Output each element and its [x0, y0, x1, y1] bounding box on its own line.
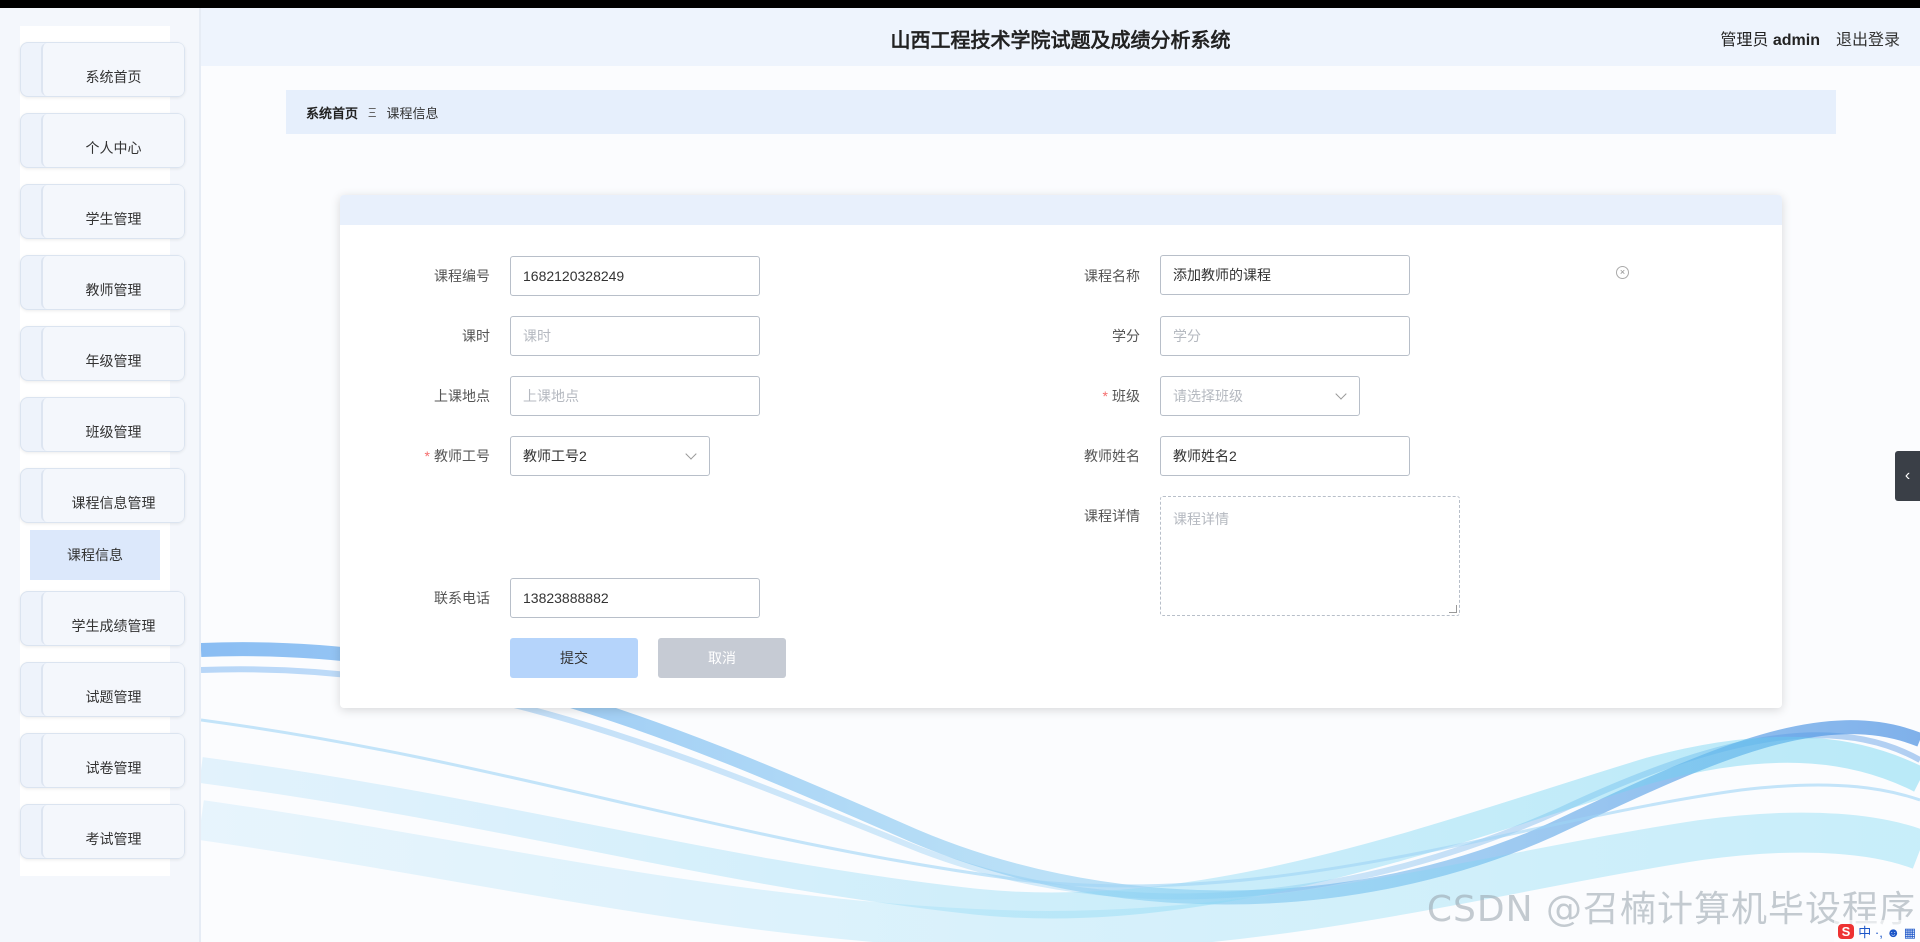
phone-field[interactable] [510, 578, 760, 618]
breadcrumb-home[interactable]: 系统首页 [306, 103, 358, 122]
page-title: 山西工程技术学院试题及成绩分析系统 [890, 30, 1231, 52]
teacher-name-label: 教师姓名 [1084, 448, 1140, 464]
course-name-field[interactable] [1160, 255, 1410, 295]
hours-field[interactable] [510, 316, 760, 356]
credit-input[interactable] [1173, 328, 1397, 344]
teacher-no-label: * 教师工号 [424, 448, 490, 464]
course-no-input[interactable] [523, 268, 747, 284]
hours-input[interactable] [523, 328, 747, 344]
teacher-name-input[interactable] [1173, 448, 1397, 464]
submit-button[interactable]: 提交 [510, 638, 638, 678]
sidebar-item-personal-center[interactable]: 个人中心 [20, 113, 185, 168]
clear-icon[interactable]: × [1616, 266, 1629, 279]
breadcrumb: 系统首页 Ξ 课程信息 [286, 90, 1836, 134]
phone-label: 联系电话 [434, 590, 490, 606]
sidebar: 系统首页 个人中心 学生管理 教师管理 年级管理 班级管理 课程信息管理 课程信… [0, 8, 201, 942]
ime-logo-icon: S [1837, 923, 1855, 939]
location-field[interactable] [510, 376, 760, 416]
required-mark: * [1102, 388, 1108, 404]
class-label: * 班级 [1102, 388, 1140, 404]
phone-input[interactable] [523, 590, 747, 606]
course-no-field[interactable] [510, 256, 760, 296]
location-label: 上课地点 [434, 388, 490, 404]
teacher-name-field[interactable] [1160, 436, 1410, 476]
course-name-input[interactable] [1173, 267, 1397, 283]
resize-handle-icon[interactable] [1449, 605, 1457, 613]
sidebar-item-exams[interactable]: 考试管理 [20, 804, 185, 859]
user-role: 管理员 [1720, 32, 1769, 49]
class-select-placeholder: 请选择班级 [1173, 388, 1243, 404]
required-mark: * [424, 448, 430, 464]
card-header [340, 195, 1782, 225]
chevron-left-icon: ‹ [1904, 467, 1911, 484]
course-name-label: 课程名称 [1084, 268, 1140, 284]
collapse-panel-button[interactable]: ‹ [1895, 451, 1920, 501]
current-user: 管理员 admin [1720, 26, 1820, 50]
logout-link[interactable]: 退出登录 [1836, 26, 1900, 50]
sidebar-item-classes[interactable]: 班级管理 [20, 397, 185, 452]
detail-textarea[interactable]: 课程详情 [1160, 496, 1460, 616]
course-form-card: 课程编号 课程名称 × 课时 学分 上课地点 *班级 请选择班级 *教师工号 教… [340, 195, 1782, 708]
cancel-button[interactable]: 取消 [658, 638, 786, 678]
sidebar-item-score-management[interactable]: 学生成绩管理 [20, 591, 185, 646]
chevron-down-icon [1335, 388, 1347, 400]
header: 山西工程技术学院试题及成绩分析系统 管理员 admin 退出登录 [201, 8, 1920, 66]
sidebar-item-course-management[interactable]: 课程信息管理 [20, 468, 185, 523]
ime-toolbar[interactable]: S 中 ·, ☻ ▦ [1833, 920, 1920, 942]
location-input[interactable] [523, 388, 747, 404]
sidebar-item-teachers[interactable]: 教师管理 [20, 255, 185, 310]
credit-field[interactable] [1160, 316, 1410, 356]
user-name: admin [1772, 32, 1820, 49]
class-select[interactable]: 请选择班级 [1160, 376, 1360, 416]
breadcrumb-current: 课程信息 [386, 105, 439, 121]
screen-top-bar [0, 0, 1920, 8]
teacher-no-value: 教师工号2 [523, 448, 587, 464]
ime-status: 中 ·, ☻ ▦ [1858, 924, 1916, 940]
sidebar-item-students[interactable]: 学生管理 [20, 184, 185, 239]
breadcrumb-separator-icon: Ξ [368, 104, 377, 120]
chevron-down-icon [685, 448, 697, 460]
teacher-no-select[interactable]: 教师工号2 [510, 436, 710, 476]
detail-placeholder: 课程详情 [1173, 511, 1229, 527]
hours-label: 课时 [462, 328, 490, 344]
sidebar-subitem-course-info[interactable]: 课程信息 [30, 530, 160, 580]
sidebar-item-questions[interactable]: 试题管理 [20, 662, 185, 717]
credit-label: 学分 [1112, 328, 1140, 344]
sidebar-item-grades[interactable]: 年级管理 [20, 326, 185, 381]
sidebar-item-papers[interactable]: 试卷管理 [20, 733, 185, 788]
sidebar-item-home[interactable]: 系统首页 [20, 42, 185, 97]
course-no-label: 课程编号 [434, 268, 490, 284]
detail-label: 课程详情 [1084, 508, 1140, 524]
